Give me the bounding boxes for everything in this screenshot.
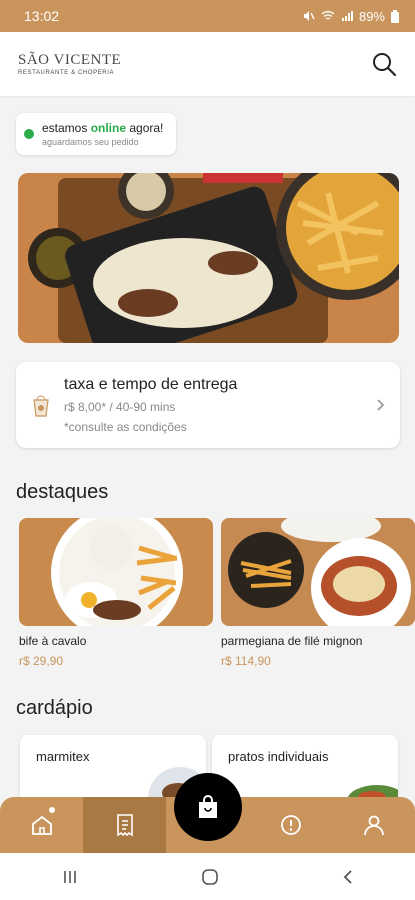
restaurant-logo[interactable]: SÃO VICENTE RESTAURANTE & CHOPERIA	[18, 52, 121, 76]
delivery-title: taxa e tempo de entrega	[64, 376, 238, 393]
shopping-bag-icon	[199, 795, 217, 818]
app-header: SÃO VICENTE RESTAURANTE & CHOPERIA	[0, 32, 415, 96]
menu-title: cardápio	[16, 697, 93, 719]
recent-apps-icon[interactable]	[62, 869, 78, 885]
delivery-fee-time: r$ 8,00* / 40-90 mins	[64, 400, 176, 414]
highlight-card-bife[interactable]: bife à cavalo r$ 29,90	[19, 518, 213, 668]
nav-home[interactable]	[0, 797, 83, 853]
logo-subtitle: RESTAURANTE & CHOPERIA	[18, 70, 115, 76]
nav-info[interactable]	[249, 797, 332, 853]
system-navigation-bar	[0, 853, 415, 900]
receipt-icon	[116, 814, 133, 837]
signal-icon	[341, 11, 353, 21]
dish-image	[221, 518, 415, 626]
dish-price: r$ 114,90	[221, 654, 271, 668]
battery-level: 89%	[358, 8, 385, 24]
dish-price: r$ 29,90	[19, 654, 64, 668]
cart-button[interactable]	[174, 773, 242, 841]
info-icon	[280, 815, 301, 835]
dish-image	[19, 518, 213, 626]
notification-dot	[49, 807, 55, 813]
back-icon[interactable]	[342, 869, 354, 885]
nav-orders[interactable]	[83, 797, 166, 853]
mute-icon	[303, 11, 315, 21]
nav-profile[interactable]	[332, 797, 415, 853]
logo-name: SÃO VICENTE	[18, 52, 122, 68]
wifi-icon	[321, 11, 335, 20]
menu-category-label: pratos individuais	[228, 749, 329, 764]
dish-name: parmegiana de filé mignon	[221, 634, 363, 648]
status-icons: 89%	[301, 9, 399, 24]
delivery-conditions: *consulte as condições	[64, 420, 187, 434]
status-bar: 13:02 89%	[0, 0, 415, 32]
clock: 13:02	[24, 8, 60, 24]
chevron-right-icon	[377, 399, 385, 411]
profile-icon	[363, 815, 384, 836]
online-dot	[24, 129, 34, 139]
online-title: estamos online agora!	[42, 121, 164, 135]
home-icon	[31, 815, 52, 835]
online-subtitle: aguardamos seu pedido	[42, 137, 139, 147]
battery-icon	[391, 9, 399, 23]
delivery-info-card[interactable]: taxa e tempo de entrega r$ 8,00* / 40-90…	[16, 362, 400, 448]
highlight-card-parmegiana[interactable]: parmegiana de filé mignon r$ 114,90	[221, 518, 415, 668]
highlights-title: destaques	[16, 481, 109, 503]
hero-banner-image[interactable]	[18, 173, 399, 343]
dish-name: bife à cavalo	[19, 634, 87, 648]
delivery-bag-icon	[33, 395, 49, 417]
home-button-icon[interactable]	[201, 868, 219, 886]
online-status-card: estamos online agora! aguardamos seu ped…	[16, 113, 176, 155]
search-icon[interactable]	[371, 51, 397, 77]
